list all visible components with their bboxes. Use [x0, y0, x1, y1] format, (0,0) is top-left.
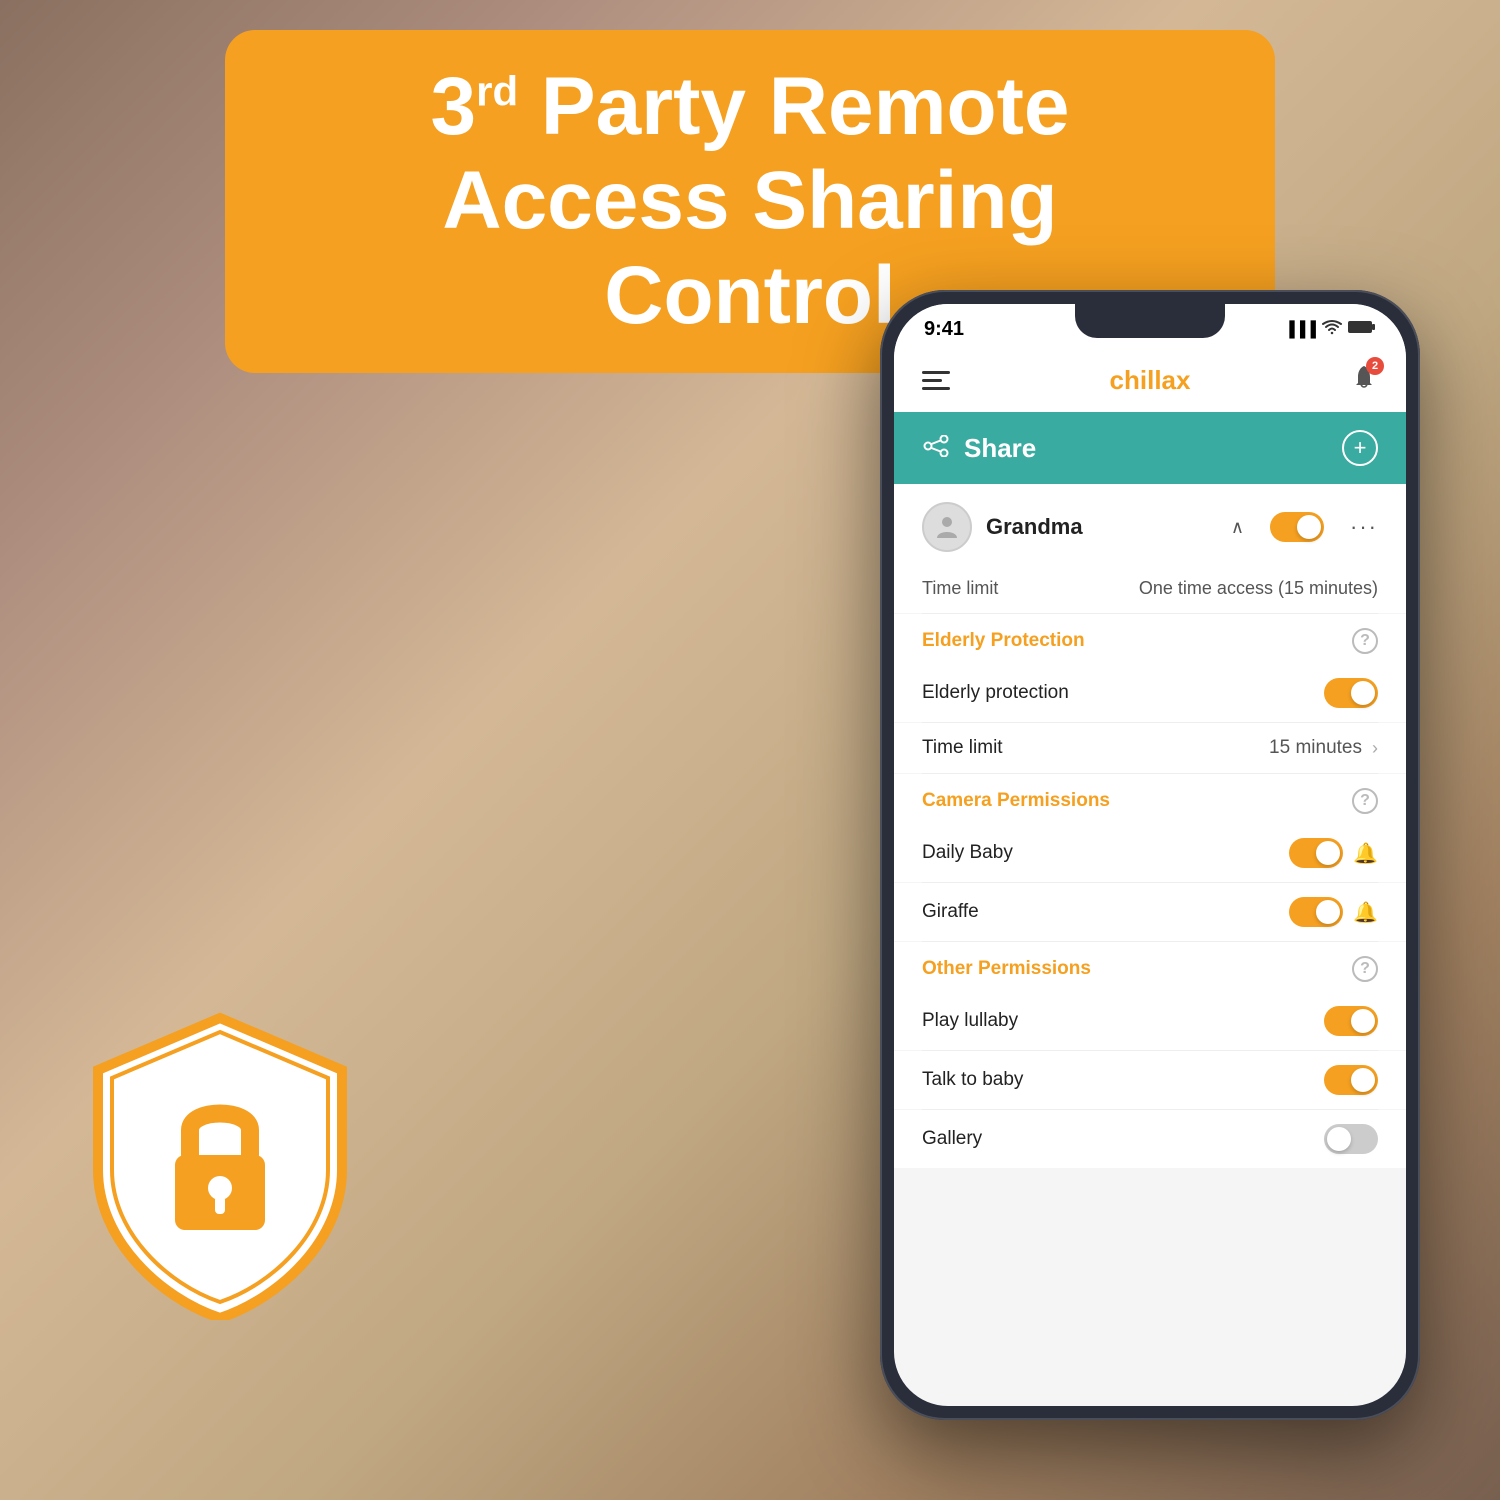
daily-baby-controls: 🔔	[1289, 838, 1378, 868]
user-avatar	[922, 502, 972, 552]
daily-baby-row: Daily Baby 🔔	[894, 824, 1406, 882]
notification-bell[interactable]: 2	[1350, 363, 1378, 398]
phone-mockup: 9:41 ▐▐▐ chillax	[880, 290, 1420, 1420]
elderly-help-icon[interactable]: ?	[1352, 628, 1378, 654]
add-share-button[interactable]: +	[1342, 430, 1378, 466]
menu-icon[interactable]	[922, 371, 950, 390]
play-lullaby-toggle[interactable]	[1324, 1006, 1378, 1036]
talk-to-baby-label: Talk to baby	[922, 1069, 1023, 1091]
elderly-time-limit-value: 15 minutes	[1269, 737, 1362, 759]
gallery-toggle[interactable]	[1324, 1124, 1378, 1154]
giraffe-controls: 🔔	[1289, 897, 1378, 927]
user-toggle[interactable]	[1270, 512, 1324, 542]
gallery-row: Gallery	[894, 1110, 1406, 1168]
app-logo: chillax	[1110, 365, 1191, 396]
elderly-protection-label: Elderly protection	[922, 682, 1069, 704]
phone-notch	[1075, 304, 1225, 338]
elderly-protection-title: Elderly Protection	[922, 630, 1085, 652]
share-icon	[922, 433, 950, 464]
elderly-time-chevron: ›	[1372, 738, 1378, 759]
play-lullaby-row: Play lullaby	[894, 992, 1406, 1050]
talk-to-baby-toggle[interactable]	[1324, 1065, 1378, 1095]
elderly-time-limit-right: 15 minutes ›	[1269, 737, 1378, 759]
status-time: 9:41	[924, 318, 964, 341]
daily-baby-bell[interactable]: 🔔	[1353, 841, 1378, 866]
giraffe-toggle[interactable]	[1289, 897, 1343, 927]
expand-chevron[interactable]: ∧	[1231, 517, 1244, 538]
other-help-icon[interactable]: ?	[1352, 956, 1378, 982]
camera-permissions-section-header: Camera Permissions ?	[894, 774, 1406, 824]
talk-to-baby-row: Talk to baby	[894, 1051, 1406, 1109]
share-title: Share	[964, 433, 1036, 464]
daily-baby-label: Daily Baby	[922, 842, 1013, 864]
giraffe-row: Giraffe 🔔	[894, 883, 1406, 941]
elderly-protection-toggle[interactable]	[1324, 678, 1378, 708]
user-row: Grandma ∧ ···	[894, 484, 1406, 570]
battery-icon	[1348, 319, 1376, 340]
wifi-icon	[1322, 319, 1342, 340]
signal-icon: ▐▐▐	[1284, 321, 1316, 338]
elderly-protection-section-header: Elderly Protection ?	[894, 614, 1406, 664]
gallery-label: Gallery	[922, 1128, 982, 1150]
shield-icon	[80, 1000, 360, 1320]
elderly-time-limit-row[interactable]: Time limit 15 minutes ›	[894, 723, 1406, 773]
daily-baby-toggle[interactable]	[1289, 838, 1343, 868]
app-header: chillax 2	[894, 349, 1406, 412]
other-permissions-section-header: Other Permissions ?	[894, 942, 1406, 992]
elderly-protection-toggle-row: Elderly protection	[894, 664, 1406, 722]
camera-permissions-title: Camera Permissions	[922, 790, 1110, 812]
giraffe-label: Giraffe	[922, 901, 979, 923]
giraffe-bell[interactable]: 🔔	[1353, 900, 1378, 925]
elderly-time-limit-label: Time limit	[922, 737, 1003, 759]
user-time-limit-row: Time limit One time access (15 minutes)	[894, 570, 1406, 613]
time-limit-label: Time limit	[922, 578, 998, 599]
time-limit-value: One time access (15 minutes)	[1139, 578, 1378, 599]
status-icons: ▐▐▐	[1284, 319, 1376, 340]
play-lullaby-label: Play lullaby	[922, 1010, 1018, 1032]
more-options[interactable]: ···	[1350, 514, 1378, 540]
other-permissions-title: Other Permissions	[922, 958, 1091, 980]
camera-help-icon[interactable]: ?	[1352, 788, 1378, 814]
notification-count: 2	[1366, 357, 1384, 375]
user-name: Grandma	[986, 514, 1213, 540]
share-header: Share +	[894, 412, 1406, 484]
